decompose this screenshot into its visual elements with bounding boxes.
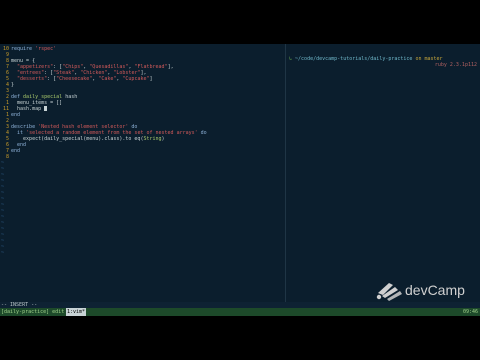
code-line[interactable]: 8	[0, 154, 284, 160]
empty-line-tilde: ~	[1, 250, 5, 256]
devcamp-logo: devCamp	[375, 279, 475, 303]
text-cursor	[44, 106, 48, 111]
prompt-path: ~/code/devcamp-tutorials/daily-practice	[295, 56, 413, 62]
tmux-window-tab[interactable]: 1:vim*	[66, 308, 87, 316]
logo-text: devCamp	[405, 282, 465, 298]
vim-editor-pane[interactable]: 10 require 'rspec' 9 8 menu = {7 "appetizers…	[0, 44, 285, 302]
screen: 10 require 'rspec' 9 8 menu = {7 "appetizers…	[0, 44, 480, 316]
knife-logo-icon	[376, 283, 402, 301]
pane-divider[interactable]	[285, 44, 286, 306]
tmux-status-bar: [daily-practice] edit 1:vim* 09:46	[0, 308, 480, 316]
tmux-clock: 09:46	[462, 309, 478, 315]
terminal-prompt: ↳ ~/code/devcamp-tutorials/daily-practic…	[289, 56, 443, 62]
ruby-version: ruby 2.3.1p112	[434, 62, 477, 68]
prompt-arrow-icon: ↳	[289, 56, 293, 62]
tmux-session[interactable]: [daily-practice] edit	[1, 308, 64, 316]
